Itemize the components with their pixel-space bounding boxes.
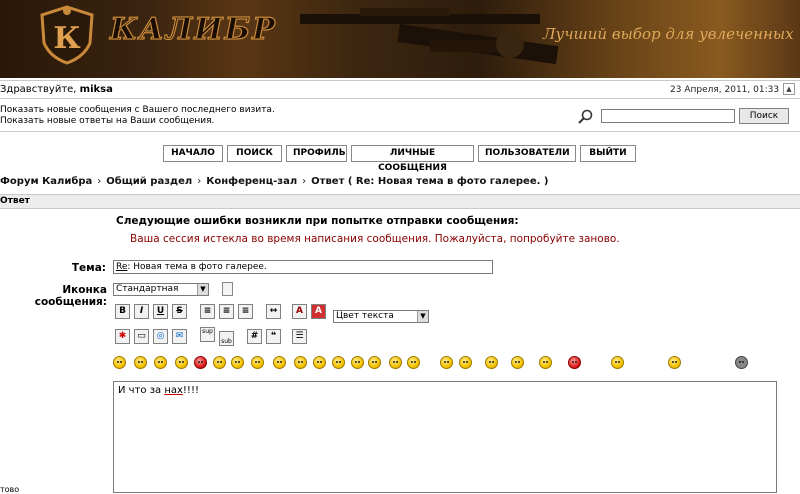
image-button[interactable]: ▭	[134, 329, 149, 344]
breadcrumb-item[interactable]: Общий раздел	[106, 176, 192, 187]
username[interactable]: miksa	[80, 84, 113, 95]
underline-button[interactable]: U	[153, 304, 168, 319]
message-icon-label: Иконка сообщения:	[34, 284, 107, 308]
nav-home[interactable]: НАЧАЛО	[163, 145, 223, 162]
brand-name: КАЛИБР	[109, 11, 277, 47]
collapse-header-button[interactable]: ▲	[783, 83, 795, 95]
nav-users[interactable]: ПОЛЬЗОВАТЕЛИ	[478, 145, 576, 162]
align-right-button[interactable]: ≡	[238, 304, 253, 319]
smiley-icon[interactable]	[175, 356, 188, 369]
smiley-icon[interactable]	[294, 356, 307, 369]
align-left-button[interactable]: ≡	[200, 304, 215, 319]
smiley-icon[interactable]	[332, 356, 345, 369]
horizontal-rule-button[interactable]: ↔	[266, 304, 281, 319]
subject-label: Тема:	[71, 262, 106, 274]
strike-button[interactable]: S	[172, 304, 187, 319]
breadcrumb-item[interactable]: Форум Калибра	[0, 176, 92, 187]
breadcrumb: Форум Калибра › Общий раздел › Конференц-зал…	[0, 176, 549, 187]
smiley-icon[interactable]	[154, 356, 167, 369]
smiley-icon[interactable]	[668, 356, 681, 369]
smiley-icon[interactable]	[231, 356, 244, 369]
svg-text:К: К	[53, 21, 80, 56]
smiley-icon[interactable]	[459, 356, 472, 369]
nav-messages[interactable]: ЛИЧНЫЕ СООБЩЕНИЯ	[351, 145, 474, 173]
message-icon-select[interactable]: Стандартная ▼	[113, 283, 209, 296]
smiley-icon[interactable]	[568, 356, 581, 369]
smiley-icon[interactable]	[273, 356, 286, 369]
text-color-select[interactable]: Цвет текста ▼	[333, 310, 429, 323]
smiley-icon[interactable]	[440, 356, 453, 369]
chevron-down-icon: ▼	[417, 311, 428, 322]
chevron-down-icon: ▼	[197, 284, 208, 295]
quick-links: Показать новые сообщения с Вашего послед…	[0, 105, 275, 127]
search-input[interactable]	[601, 109, 735, 123]
nav-logout[interactable]: ВЫЙТИ	[580, 145, 636, 162]
greeting: Здравствуйте, miksa	[0, 84, 113, 95]
rifle-image	[300, 8, 559, 65]
message-icon-preview-icon	[222, 282, 233, 296]
user-bar: Здравствуйте, miksa 23 Апреля, 2011, 01:…	[0, 80, 800, 99]
site-slogan: Лучший выбор для увлеченных	[543, 25, 794, 43]
smiley-icon[interactable]	[485, 356, 498, 369]
smiley-icon[interactable]	[351, 356, 364, 369]
smiley-icon[interactable]	[313, 356, 326, 369]
sniper-smiley-icon[interactable]	[611, 356, 624, 369]
subject-input[interactable]: Re: Новая тема в фото галерее.	[113, 260, 493, 274]
nav-search[interactable]: ПОИСК	[227, 145, 282, 162]
smiley-icon[interactable]	[213, 356, 226, 369]
main-nav: НАЧАЛО ПОИСК ПРОФИЛЬ ЛИЧНЫЕ СООБЩЕНИЯ ПО…	[163, 145, 636, 173]
nav-profile[interactable]: ПРОФИЛЬ	[286, 145, 347, 162]
smiley-icon[interactable]	[251, 356, 264, 369]
search-button[interactable]: Поиск	[739, 108, 789, 124]
site-banner: К КАЛИБР Лучший выбор для увлеченных	[0, 0, 800, 78]
smiley-icon[interactable]	[368, 356, 381, 369]
error-title: Следующие ошибки возникли при попытке от…	[116, 215, 519, 227]
smiley-icon[interactable]	[539, 356, 552, 369]
link-button[interactable]: ◎	[153, 329, 168, 344]
breadcrumb-item[interactable]: Конференц-зал	[206, 176, 297, 187]
smiley-icon[interactable]	[113, 356, 126, 369]
superscript-button[interactable]: sup	[200, 327, 215, 342]
align-center-button[interactable]: ≡	[219, 304, 234, 319]
smiley-icon[interactable]	[407, 356, 420, 369]
font-size-button[interactable]: A	[292, 304, 307, 319]
flash-button[interactable]: ✱	[115, 329, 130, 344]
link-new-posts[interactable]: Показать новые сообщения с Вашего послед…	[0, 105, 275, 116]
quote-button[interactable]: ❝	[266, 329, 281, 344]
email-button[interactable]: ✉	[172, 329, 187, 344]
message-textarea[interactable]: И что за нах!!!!	[113, 381, 777, 493]
code-button[interactable]: #	[247, 329, 262, 344]
search-icon	[578, 109, 593, 124]
logo-shield-icon: К	[40, 5, 94, 65]
subscript-button[interactable]: sub	[219, 331, 234, 346]
section-title: Ответ	[0, 194, 800, 209]
smiley-icon[interactable]	[511, 356, 524, 369]
angry-smiley-icon[interactable]	[194, 356, 207, 369]
font-face-button[interactable]: A	[311, 304, 326, 319]
breadcrumb-item[interactable]: Ответ ( Re: Новая тема в фото галерее. )	[311, 176, 548, 187]
current-datetime: 23 Апреля, 2011, 01:33	[670, 85, 780, 95]
list-button[interactable]: ☰	[292, 329, 307, 344]
smiley-icon[interactable]	[134, 356, 147, 369]
link-new-replies[interactable]: Показать новые ответы на Ваши сообщения.	[0, 116, 275, 127]
smiley-icon[interactable]	[389, 356, 402, 369]
italic-button[interactable]: I	[134, 304, 149, 319]
bold-button[interactable]: B	[115, 304, 130, 319]
gun-smiley-icon[interactable]	[735, 356, 748, 369]
divider	[0, 131, 800, 132]
error-message: Ваша сессия истекла во время написания с…	[130, 233, 620, 245]
